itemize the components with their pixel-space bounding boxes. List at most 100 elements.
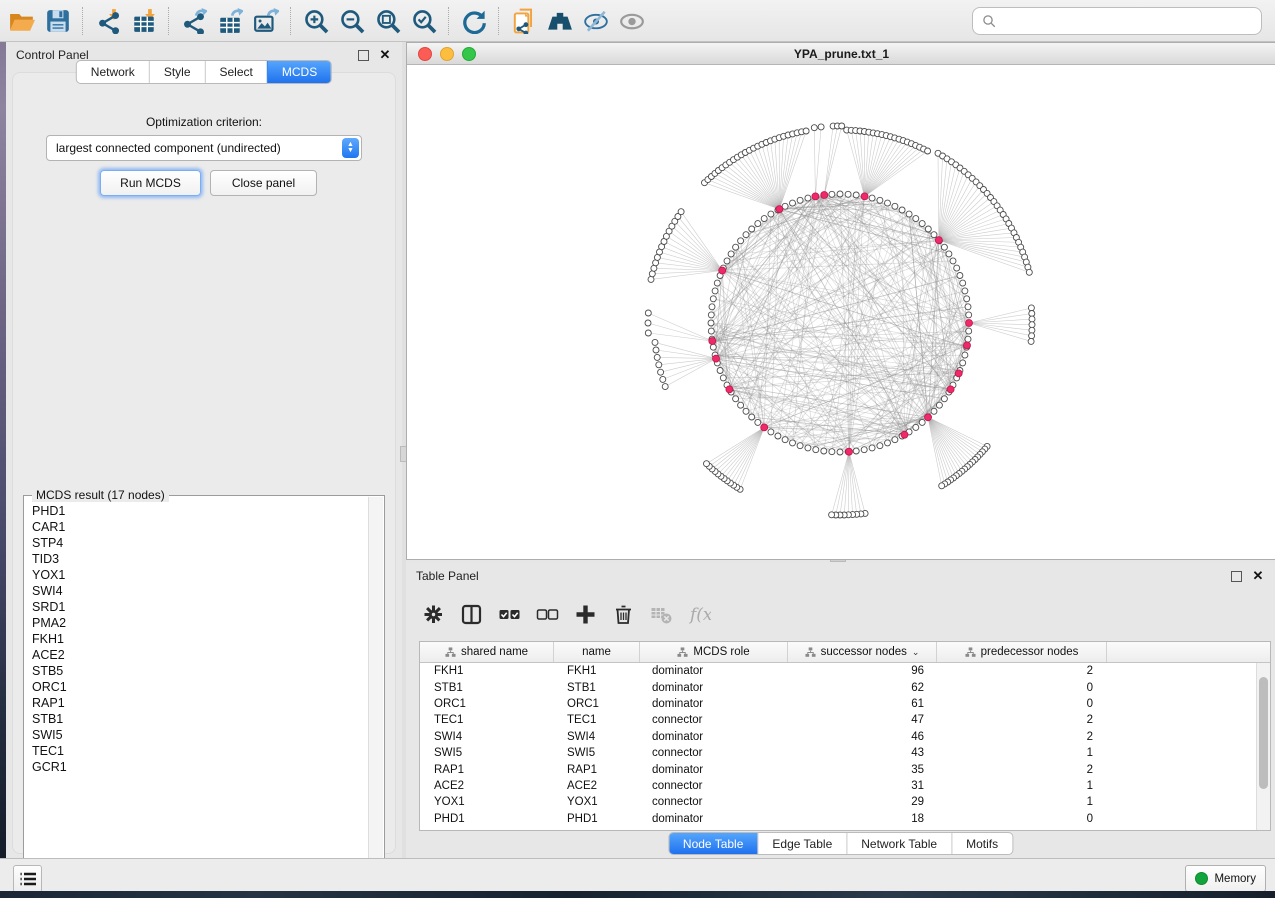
cell-predecessor_nodes: 1 <box>933 796 1102 808</box>
mcds-result-item[interactable]: STB5 <box>32 663 369 679</box>
tab-node-table[interactable]: Node Table <box>669 833 758 854</box>
column-header-successor-nodes[interactable]: successor nodes⌄ <box>788 642 937 662</box>
settings-gear-button[interactable] <box>414 597 452 631</box>
show-selected-button[interactable] <box>614 4 650 38</box>
table-row-ACE2[interactable]: ACE2ACE2connector311 <box>420 778 1270 794</box>
mcds-result-item[interactable]: SWI5 <box>32 727 369 743</box>
mcds-result-item[interactable]: PMA2 <box>32 615 369 631</box>
mcds-result-item[interactable]: PHD1 <box>32 503 369 519</box>
toolbar-separator <box>448 7 450 35</box>
tab-mcds[interactable]: MCDS <box>267 61 331 83</box>
hide-selected-button[interactable] <box>578 4 614 38</box>
import-network-button[interactable] <box>90 4 126 38</box>
close-table-panel-icon[interactable]: ✕ <box>1251 569 1265 583</box>
mcds-result-item[interactable]: GCR1 <box>32 759 369 775</box>
cell-name: ORC1 <box>553 698 638 710</box>
open-folder-button[interactable] <box>4 4 40 38</box>
table-row-RAP1[interactable]: RAP1RAP1dominator352 <box>420 761 1270 777</box>
export-network-button[interactable] <box>176 4 212 38</box>
mcds-result-scrollbar[interactable] <box>368 497 383 861</box>
cell-successor_nodes: 61 <box>785 698 933 710</box>
table-row-TEC1[interactable]: TEC1TEC1connector472 <box>420 712 1270 728</box>
cell-successor_nodes: 43 <box>785 747 933 759</box>
cell-predecessor_nodes: 0 <box>933 682 1102 694</box>
mcds-result-item[interactable]: ACE2 <box>32 647 369 663</box>
close-panel-icon[interactable]: ✕ <box>378 48 392 62</box>
share-document-button[interactable] <box>506 4 542 38</box>
zoom-in-button[interactable] <box>298 4 334 38</box>
export-image-button[interactable] <box>248 4 284 38</box>
search-network-button[interactable] <box>542 4 578 38</box>
tab-edge-table[interactable]: Edge Table <box>757 833 846 854</box>
table-row-PHD1[interactable]: PHD1PHD1dominator180 <box>420 811 1270 827</box>
cell-shared_name: FKH1 <box>420 665 553 677</box>
table-row-SWI5[interactable]: SWI5SWI5connector431 <box>420 745 1270 761</box>
search-input[interactable] <box>997 11 1261 31</box>
network-graph-canvas[interactable] <box>407 65 1274 557</box>
table-row-ORC1[interactable]: ORC1ORC1dominator610 <box>420 696 1270 712</box>
cell-name: YOX1 <box>553 796 638 808</box>
mcds-result-item[interactable]: TID3 <box>32 551 369 567</box>
tab-style[interactable]: Style <box>149 61 205 83</box>
table-row-SWI4[interactable]: SWI4SWI4dominator462 <box>420 729 1270 745</box>
cell-successor_nodes: 35 <box>785 764 933 776</box>
column-header-MCDS-role[interactable]: MCDS role <box>640 642 788 662</box>
mcds-result-item[interactable]: TEC1 <box>32 743 369 759</box>
mcds-result-item[interactable]: YOX1 <box>32 567 369 583</box>
table-toolbar: f(x) <box>414 593 1267 635</box>
cell-predecessor_nodes: 0 <box>933 698 1102 710</box>
show-columns-button[interactable] <box>452 597 490 631</box>
column-header-shared-name[interactable]: shared name <box>420 642 554 662</box>
import-table-button[interactable] <box>126 4 162 38</box>
table-row-YOX1[interactable]: YOX1YOX1connector291 <box>420 794 1270 810</box>
optimization-criterion-select[interactable]: largest connected component (undirected)… <box>46 135 362 161</box>
table-scrollbar-thumb[interactable] <box>1259 677 1268 789</box>
zoom-selected-icon <box>411 8 437 34</box>
column-header-name[interactable]: name <box>554 642 640 662</box>
mcds-hub-node <box>821 192 828 199</box>
add-row-button[interactable] <box>566 597 604 631</box>
table-scrollbar[interactable] <box>1256 663 1270 830</box>
mcds-result-item[interactable]: CAR1 <box>32 519 369 535</box>
mcds-hub-node <box>925 414 932 421</box>
export-table-button[interactable] <box>212 4 248 38</box>
mcds-result-item[interactable]: STB1 <box>32 711 369 727</box>
select-all-button[interactable] <box>490 597 528 631</box>
mcds-result-item[interactable]: ORC1 <box>32 679 369 695</box>
run-mcds-button[interactable]: Run MCDS <box>100 170 201 196</box>
float-table-panel-icon[interactable] <box>1229 569 1243 583</box>
zoom-fit-button[interactable] <box>370 4 406 38</box>
mcds-result-item[interactable]: FKH1 <box>32 631 369 647</box>
cell-mcds_role: connector <box>638 714 785 726</box>
table-row-STB1[interactable]: STB1STB1dominator620 <box>420 679 1270 695</box>
float-panel-icon[interactable] <box>356 48 370 62</box>
tab-network-table[interactable]: Network Table <box>846 833 951 854</box>
mcds-result-item[interactable]: STP4 <box>32 535 369 551</box>
node-table-rows: FKH1FKH1dominator962STB1STB1dominator620… <box>420 663 1270 827</box>
zoom-selected-button[interactable] <box>406 4 442 38</box>
zoom-out-button[interactable] <box>334 4 370 38</box>
mcds-result-item[interactable]: SRD1 <box>32 599 369 615</box>
save-icon <box>45 8 71 34</box>
close-panel-button[interactable]: Close panel <box>210 170 317 196</box>
refresh-button[interactable] <box>456 4 492 38</box>
column-type-icon <box>805 647 816 658</box>
save-button[interactable] <box>40 4 76 38</box>
mcds-hub-node <box>947 386 954 393</box>
deselect-all-button[interactable] <box>528 597 566 631</box>
tab-network[interactable]: Network <box>77 61 149 83</box>
network-window-titlebar[interactable]: YPA_prune.txt_1 <box>407 43 1275 65</box>
mcds-result-item[interactable]: SWI4 <box>32 583 369 599</box>
cell-name: RAP1 <box>553 764 638 776</box>
tab-motifs[interactable]: Motifs <box>951 833 1012 854</box>
delete-row-button[interactable] <box>604 597 642 631</box>
import-table-icon <box>131 8 157 34</box>
mcds-result-item[interactable]: RAP1 <box>32 695 369 711</box>
memory-button[interactable]: Memory <box>1185 865 1266 892</box>
zoom-out-icon <box>339 8 365 34</box>
table-row-FKH1[interactable]: FKH1FKH1dominator962 <box>420 663 1270 679</box>
cell-mcds_role: dominator <box>638 665 785 677</box>
task-history-button[interactable] <box>13 865 42 893</box>
column-header-predecessor-nodes[interactable]: predecessor nodes <box>937 642 1107 662</box>
tab-select[interactable]: Select <box>205 61 267 83</box>
